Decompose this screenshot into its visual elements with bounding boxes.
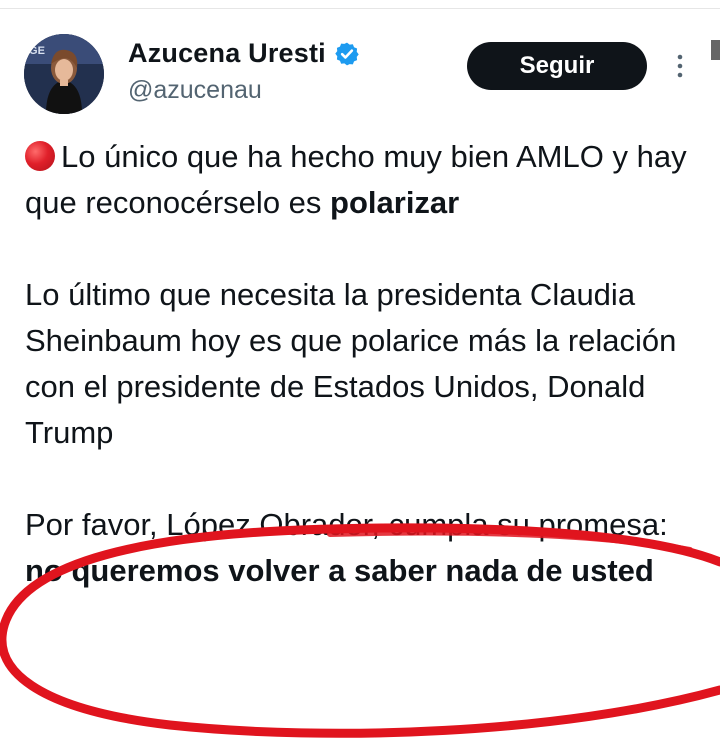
svg-text:IGE: IGE — [26, 45, 45, 57]
tweet-paragraph-1: Lo único que ha hecho muy bien AMLO y ha… — [25, 134, 705, 226]
tweet-p3-text: Por favor, López Obrador, cumpla su prom… — [25, 507, 668, 542]
tweet-p1-bold: polarizar — [330, 185, 460, 220]
avatar[interactable]: IGE — [24, 34, 104, 114]
vertical-ellipsis-icon[interactable] — [670, 50, 690, 82]
author-handle[interactable]: @azucenau — [128, 76, 262, 105]
red-circle-icon — [25, 141, 55, 171]
tweet-paragraph-3: Por favor, López Obrador, cumpla su prom… — [25, 502, 705, 594]
author-display-name[interactable]: Azucena Uresti — [128, 38, 326, 69]
tweet-paragraph-2: Lo último que necesita la presidenta Cla… — [25, 277, 677, 450]
scrollbar-thumb[interactable] — [711, 40, 720, 60]
tweet-text: Lo único que ha hecho muy bien AMLO y ha… — [25, 134, 705, 594]
tweet-p3-bold: no queremos volver a saber nada de usted — [25, 553, 654, 588]
follow-button[interactable]: Seguir — [467, 42, 647, 90]
verified-badge-icon — [334, 41, 360, 67]
top-divider — [0, 8, 720, 9]
author-name-row: Azucena Uresti — [128, 38, 360, 69]
